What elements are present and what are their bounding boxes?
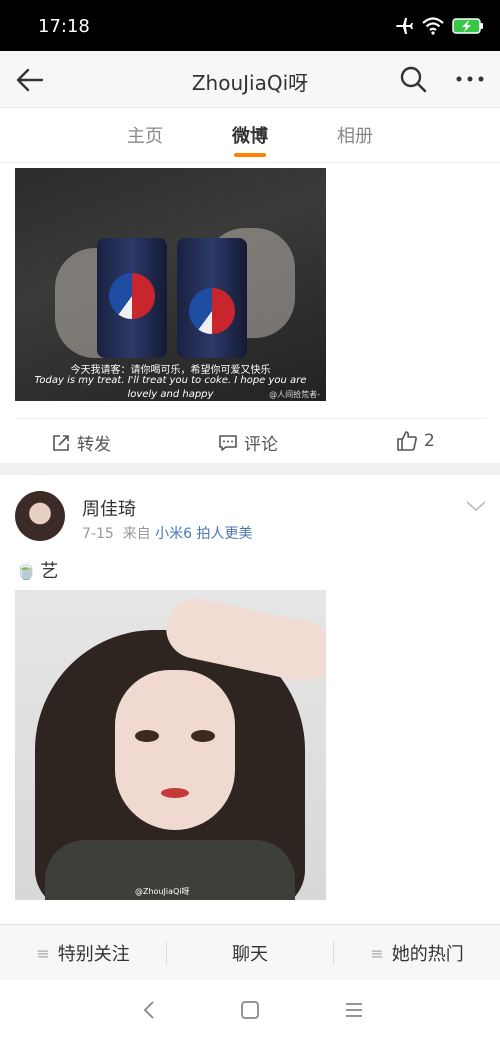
- special-follow-label: 特别关注: [57, 944, 130, 965]
- airplane-mode-icon: [396, 18, 413, 34]
- image-watermark: @人间拾荒者-: [269, 390, 320, 399]
- post-date: 7-15: [82, 526, 114, 542]
- chat-label: 聊天: [232, 944, 268, 965]
- post-source-link[interactable]: 小米6 拍人更美: [155, 526, 252, 542]
- wifi-icon: [422, 17, 444, 35]
- like-count: 2: [424, 431, 435, 451]
- hot-posts-button[interactable]: ≡ 她的热门: [334, 925, 500, 981]
- repost-icon: [53, 434, 69, 451]
- battery-charging-icon: [452, 18, 483, 34]
- repost-label: 转发: [77, 435, 111, 455]
- list-icon: ≡: [36, 943, 50, 963]
- post-image-portrait[interactable]: @ZhouJiaQi呀: [15, 590, 326, 900]
- system-home-icon[interactable]: [238, 998, 262, 1022]
- image-watermark: @ZhouJiaQi呀: [135, 887, 190, 896]
- pepsi-logo: [189, 288, 235, 334]
- eye-shape: [135, 730, 159, 742]
- post-meta: 7-15 来自 小米6 拍人更美: [82, 523, 253, 543]
- system-nav-bar: [0, 980, 500, 1040]
- profile-tabs: 主页 微博 相册: [0, 108, 500, 163]
- avatar[interactable]: [15, 491, 65, 541]
- hot-posts-label: 她的热门: [391, 944, 464, 965]
- comment-icon: [219, 434, 237, 451]
- pepsi-can: [97, 238, 167, 358]
- comment-button[interactable]: 评论: [218, 430, 278, 455]
- chevron-down-icon[interactable]: [464, 496, 488, 516]
- repost-button[interactable]: 转发: [51, 430, 111, 455]
- pepsi-can: [177, 238, 247, 358]
- image-caption: Today is my treat. I'll treat you to cok…: [34, 375, 307, 386]
- image-caption: 今天我请客：请你喝可乐，希望你可爱又快乐: [70, 365, 271, 376]
- post-actions: 转发 评论 2: [15, 418, 485, 462]
- system-back-icon[interactable]: [138, 998, 162, 1022]
- tab-weibo[interactable]: 微博: [220, 122, 280, 148]
- system-menu-icon[interactable]: [342, 998, 366, 1022]
- post-author[interactable]: 周佳琦: [82, 495, 136, 521]
- status-bar: 17:18: [0, 0, 500, 51]
- more-icon[interactable]: [454, 64, 486, 94]
- tab-home[interactable]: 主页: [115, 122, 175, 148]
- special-follow-button[interactable]: ≡ 特别关注: [0, 925, 166, 981]
- tea-emoji-icon: 🍵: [15, 559, 38, 581]
- post-image-pepsi[interactable]: 今天我请客：请你喝可乐，希望你可爱又快乐 Today is my treat. …: [15, 168, 326, 401]
- search-icon[interactable]: [398, 64, 428, 94]
- comment-label: 评论: [244, 435, 278, 455]
- eye-shape: [191, 730, 215, 742]
- feed-separator: [0, 463, 500, 475]
- list-icon: ≡: [370, 943, 384, 963]
- status-icons: [394, 14, 484, 38]
- status-time: 17:18: [38, 16, 90, 37]
- post-source-prefix: 来自: [122, 526, 151, 542]
- bottom-toolbar: ≡ 特别关注 聊天 ≡ 她的热门: [0, 924, 500, 980]
- post-text-content: 艺: [40, 561, 59, 582]
- nav-bar: ZhouJiaQi呀: [0, 51, 500, 108]
- active-tab-indicator: [234, 153, 266, 157]
- thumbs-up-icon: [397, 431, 417, 451]
- post-text: 🍵 艺: [15, 557, 58, 583]
- like-button[interactable]: 2: [396, 430, 435, 452]
- face-shape: [115, 670, 235, 830]
- tab-album[interactable]: 相册: [325, 122, 385, 148]
- lips-shape: [161, 788, 189, 798]
- pepsi-logo: [109, 273, 155, 319]
- chat-button[interactable]: 聊天: [167, 925, 333, 981]
